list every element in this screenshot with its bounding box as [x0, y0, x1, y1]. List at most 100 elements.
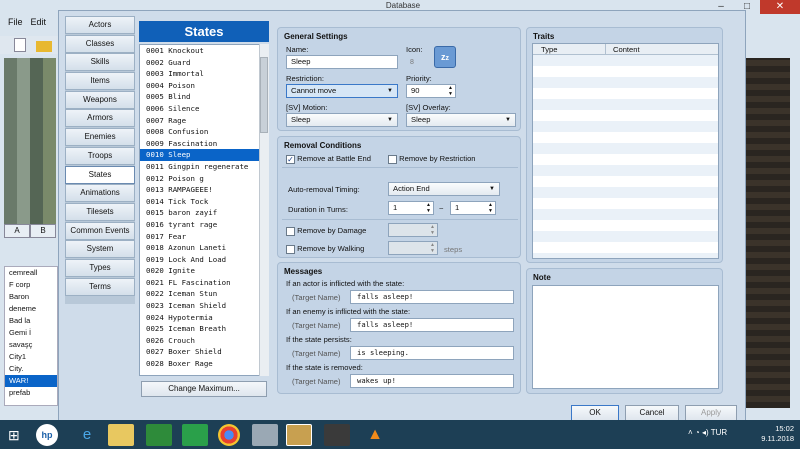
windows-start-icon[interactable]: ⊞: [8, 424, 32, 446]
tree-item[interactable]: deneme: [5, 303, 57, 315]
hp-icon[interactable]: hp: [36, 424, 58, 446]
language-indicator[interactable]: TUR: [711, 428, 727, 437]
list-item[interactable]: 0010 Sleep: [140, 149, 268, 161]
priority-spinner[interactable]: 90 ▲ ▼: [406, 84, 456, 98]
tree-item[interactable]: cemreall: [5, 267, 57, 279]
tileset-tab-a[interactable]: A: [4, 224, 30, 238]
list-item[interactable]: 0017 Fear: [140, 231, 268, 243]
list-item[interactable]: 0004 Poison: [140, 80, 268, 92]
folder-icon[interactable]: [36, 41, 52, 52]
list-scroll-thumb[interactable]: [260, 57, 268, 133]
category-items[interactable]: Items: [65, 72, 135, 91]
name-field[interactable]: Sleep: [286, 55, 398, 69]
list-item[interactable]: 0007 Rage: [140, 115, 268, 127]
list-item[interactable]: 0006 Silence: [140, 103, 268, 115]
tileset-tab-b[interactable]: B: [30, 224, 56, 238]
tree-item[interactable]: Bad la: [5, 315, 57, 327]
category-skills[interactable]: Skills: [65, 53, 135, 72]
category-armors[interactable]: Armors: [65, 109, 135, 128]
list-item[interactable]: 0025 Iceman Breath: [140, 323, 268, 335]
checkbox[interactable]: [388, 154, 397, 164]
list-item[interactable]: 0019 Lock And Load: [140, 254, 268, 266]
vlc-icon[interactable]: ▲: [362, 424, 388, 446]
remove-restriction-option[interactable]: Remove by Restriction: [388, 154, 476, 164]
list-item[interactable]: 0016 tyrant rage: [140, 219, 268, 231]
list-item[interactable]: 0023 Iceman Shield: [140, 300, 268, 312]
overlay-select[interactable]: Sleep ▼: [406, 113, 516, 127]
category-types[interactable]: Types: [65, 258, 135, 277]
tileset-palette[interactable]: [4, 58, 56, 224]
internet-explorer-icon[interactable]: e: [74, 424, 100, 446]
clock[interactable]: 15:02 9.11.2018: [761, 424, 794, 444]
category-states[interactable]: States: [65, 165, 135, 184]
check-icon[interactable]: ✓: [286, 154, 295, 164]
category-actors[interactable]: Actors: [65, 16, 135, 34]
note-textarea[interactable]: [532, 285, 719, 389]
wifi-icon[interactable]: ◔: [695, 428, 700, 437]
tree-item[interactable]: F corp: [5, 279, 57, 291]
chevron-up-icon[interactable]: ˄: [688, 428, 693, 437]
list-item[interactable]: 0001 Knockout: [140, 45, 268, 57]
tree-item[interactable]: City1: [5, 351, 57, 363]
spreadsheet-icon[interactable]: [146, 424, 172, 446]
file-explorer-icon[interactable]: [108, 424, 134, 446]
message-field[interactable]: wakes up!: [350, 374, 514, 388]
close-icon[interactable]: ✕: [760, 0, 800, 14]
spinner-arrows-icon[interactable]: ▲ ▼: [448, 85, 453, 97]
list-item[interactable]: 0005 Blind: [140, 91, 268, 103]
restriction-select[interactable]: Cannot move ▼: [286, 84, 398, 98]
category-common-events[interactable]: Common Events: [65, 221, 135, 240]
list-item[interactable]: 0027 Boxer Shield: [140, 346, 268, 358]
list-item[interactable]: 0009 Fascination: [140, 138, 268, 150]
menu-file[interactable]: File: [8, 17, 23, 27]
category-troops[interactable]: Troops: [65, 146, 135, 165]
volume-icon[interactable]: ◂): [702, 428, 709, 437]
message-field[interactable]: falls asleep!: [350, 318, 514, 332]
chrome-icon[interactable]: [218, 424, 240, 446]
motion-select[interactable]: Sleep ▼: [286, 113, 398, 127]
game-icon[interactable]: [324, 424, 350, 446]
category-tilesets[interactable]: Tilesets: [65, 202, 135, 221]
list-item[interactable]: 0014 Tick Tock: [140, 196, 268, 208]
remove-battle-end-option[interactable]: ✓ Remove at Battle End: [286, 154, 371, 164]
category-system[interactable]: System: [65, 240, 135, 259]
tree-item[interactable]: savaşç: [5, 339, 57, 351]
sleep-icon[interactable]: zz: [434, 46, 456, 68]
list-item[interactable]: 0021 FL Fascination: [140, 277, 268, 289]
category-animations[interactable]: Animations: [65, 184, 135, 203]
tree-item[interactable]: prefab: [5, 387, 57, 399]
traits-table[interactable]: Type Content: [532, 43, 719, 259]
list-item[interactable]: 0020 Ignite: [140, 265, 268, 277]
checkbox[interactable]: [286, 244, 295, 254]
tree-item[interactable]: WAR!: [5, 375, 57, 387]
tree-item[interactable]: Gemi İ: [5, 327, 57, 339]
duration-max-spinner[interactable]: 1 ▲ ▼: [450, 201, 496, 215]
list-item[interactable]: 0028 Boxer Rage: [140, 358, 268, 370]
remove-walking-option[interactable]: Remove by Walking: [286, 244, 364, 254]
list-item[interactable]: 0024 Hypotermia: [140, 312, 268, 324]
category-weapons[interactable]: Weapons: [65, 90, 135, 109]
duration-min-spinner[interactable]: 1 ▲ ▼: [388, 201, 434, 215]
change-maximum-button[interactable]: Change Maximum...: [141, 381, 267, 397]
timing-select[interactable]: Action End ▼: [388, 182, 500, 196]
list-item[interactable]: 0008 Confusion: [140, 126, 268, 138]
new-file-icon[interactable]: [14, 38, 26, 52]
tree-item[interactable]: City.: [5, 363, 57, 375]
list-item[interactable]: 0026 Crouch: [140, 335, 268, 347]
message-field[interactable]: is sleeping.: [350, 346, 514, 360]
map-view[interactable]: [742, 58, 790, 408]
spinner-arrows-icon[interactable]: ▲ ▼: [426, 202, 431, 214]
apply-button[interactable]: Apply: [685, 405, 737, 421]
category-terms[interactable]: Terms: [65, 277, 135, 296]
tree-item[interactable]: Baron: [5, 291, 57, 303]
store-icon[interactable]: [182, 424, 208, 446]
spinner-arrows-icon[interactable]: ▲ ▼: [488, 202, 493, 214]
list-item[interactable]: 0002 Guard: [140, 57, 268, 69]
checkbox[interactable]: [286, 226, 295, 236]
list-item[interactable]: 0011 Gingpin regenerate: [140, 161, 268, 173]
category-enemies[interactable]: Enemies: [65, 128, 135, 147]
ok-button[interactable]: OK: [571, 405, 619, 421]
list-item[interactable]: 0018 Azonun Laneti: [140, 242, 268, 254]
list-item[interactable]: 0012 Poison g: [140, 173, 268, 185]
message-field[interactable]: falls asleep!: [350, 290, 514, 304]
